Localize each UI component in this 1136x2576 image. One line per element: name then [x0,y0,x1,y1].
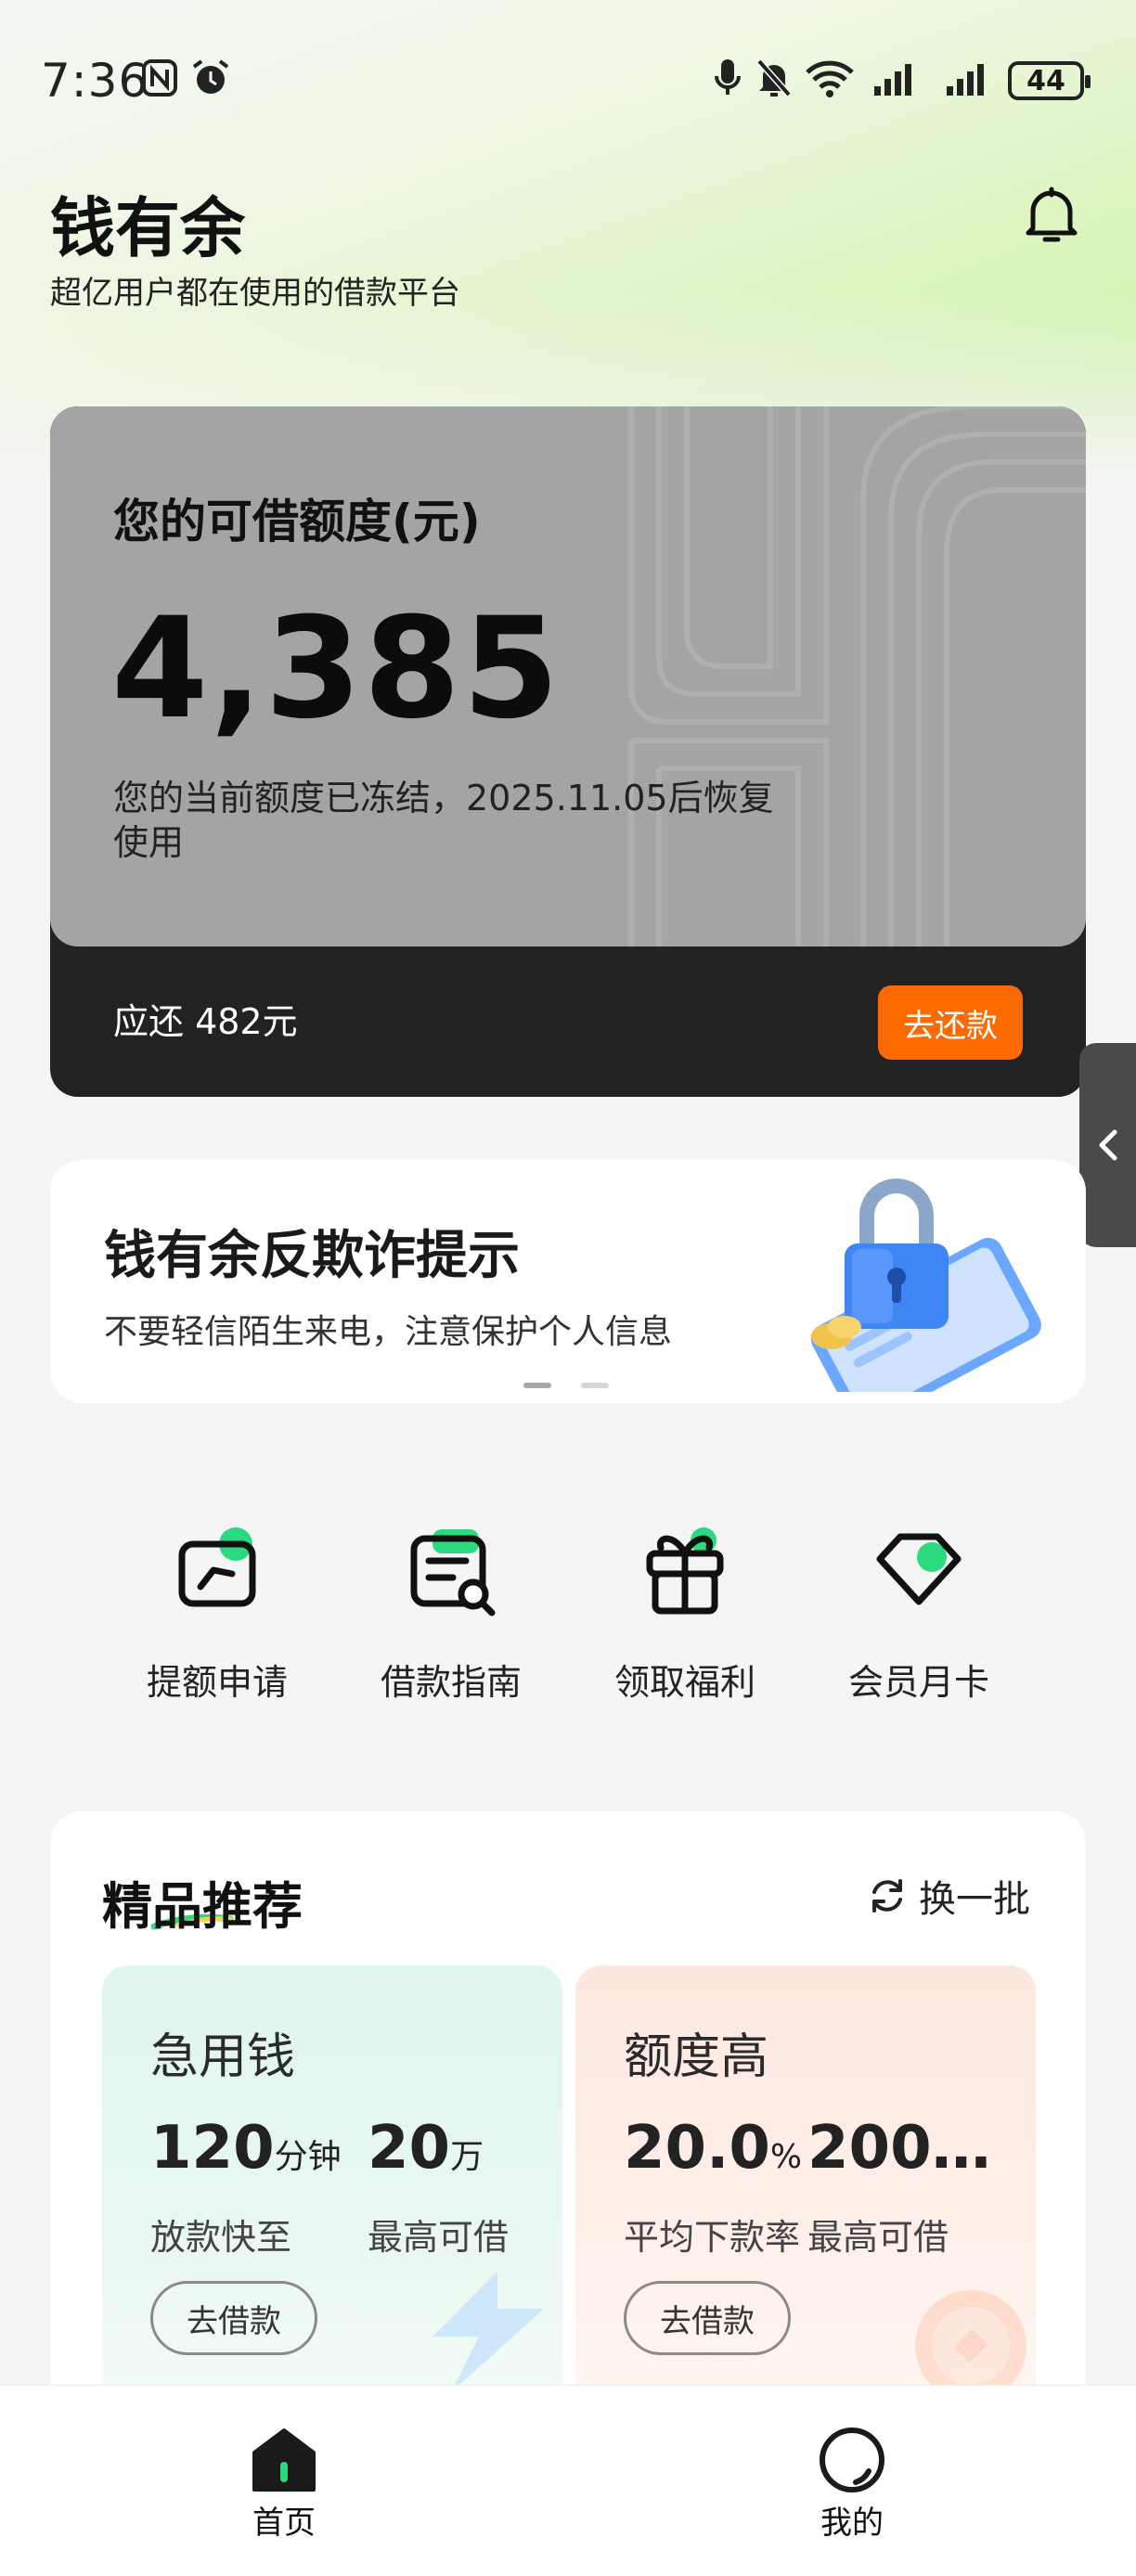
app-subtitle: 超亿用户都在使用的借款平台 [50,275,460,312]
status-time: 7:36 [41,54,149,108]
credit-card: 您的可借额度(元) 4,385 您的当前额度已冻结，2025.11.05后恢复使… [50,406,1086,1097]
wifi-icon [804,58,856,98]
gift-icon [646,1527,724,1615]
side-drawer-tab[interactable] [1079,1043,1136,1247]
refresh-icon [872,1879,902,1913]
lightning-icon [432,2272,544,2392]
nav-label: 我的 [820,2505,884,2542]
product-stat-value: 20.0% [624,2114,803,2183]
nav-item-home[interactable]: 首页 [219,2425,349,2543]
padlock-phone-icon [810,1179,1041,1392]
refresh-button[interactable]: 换一批 [867,1869,1030,1923]
vip-card-icon [876,1533,962,1605]
borrow-button[interactable]: 去借款 [624,2281,791,2355]
signal-icon [943,58,995,98]
product-stat-label: 放款快至 [150,2217,292,2258]
signal-icon [872,58,921,98]
quick-menu-label: 提额申请 [146,1662,288,1703]
refresh-label: 换一批 [919,1878,1030,1921]
nav-item-profile[interactable]: 我的 [787,2425,917,2543]
product-card[interactable]: 额度高 20.0% 200… 平均下款率 最高可借 去借款 [575,1965,1036,2448]
card-decoration [628,406,1086,947]
bell-icon[interactable] [1017,182,1086,251]
product-card[interactable]: 急用钱 120分钟 20万 放款快至 最高可借 去借款 [102,1965,562,2448]
quick-menu-benefits[interactable]: 领取福利 [568,1526,802,1711]
credit-frozen-note: 您的当前额度已冻结，2025.11.05后恢复使用 [113,778,774,863]
product-title: 急用钱 [150,2029,296,2085]
repay-due-text: 应还 482元 [113,1001,298,1042]
credit-limit-amount: 4,385 [111,588,562,750]
alarm-icon [189,58,232,98]
banner-pagination [523,1383,609,1388]
product-stat-label: 平均下款率 [624,2217,801,2258]
pagination-dot-active [523,1383,551,1388]
quick-menu-label: 领取福利 [613,1662,755,1703]
quick-menu-credit-increase[interactable]: 提额申请 [100,1526,334,1711]
bell-off-icon [754,58,794,98]
quick-menu-label: 会员月卡 [847,1662,989,1703]
quick-menu-loan-guide[interactable]: 借款指南 [334,1526,568,1711]
product-stat-value: 120分钟 [150,2114,342,2183]
product-stat-value: 20万 [368,2114,484,2183]
credit-card-top: 您的可借额度(元) 4,385 您的当前额度已冻结，2025.11.05后恢复使… [50,406,1086,947]
app-title: 钱有余 [50,190,245,266]
quick-menu-vip-card[interactable]: 会员月卡 [802,1526,1036,1711]
credit-increase-icon [178,1527,256,1607]
anti-fraud-banner[interactable]: 钱有余反欺诈提示 不要轻信陌生来电，注意保护个人信息 [50,1160,1086,1403]
repay-button[interactable]: 去还款 [878,985,1023,1060]
home-icon [252,2428,316,2492]
product-title: 额度高 [624,2029,769,2085]
nfc-icon [141,58,178,98]
bottom-nav: 首页 我的 [0,2385,1136,2576]
recommend-title: 精品推荐 [102,1877,303,1936]
credit-limit-label: 您的可借额度(元) [113,495,481,548]
product-stat-label: 最高可借 [368,2217,510,2258]
banner-subtitle: 不要轻信陌生来电，注意保护个人信息 [104,1313,673,1351]
battery-indicator: 44 [1008,61,1091,100]
borrow-button[interactable]: 去借款 [150,2281,317,2355]
chevron-left-icon [1099,1129,1117,1161]
quick-menu-label: 借款指南 [380,1662,522,1703]
nav-label: 首页 [252,2505,316,2542]
coin-icon [915,2290,1026,2392]
product-stat-label: 最高可借 [807,2217,949,2258]
pagination-dot [581,1383,609,1388]
product-stat-value: 200… [807,2114,991,2183]
guide-icon [410,1529,496,1616]
mic-icon [711,58,744,98]
profile-icon [820,2428,884,2492]
banner-title: 钱有余反欺诈提示 [104,1226,520,1286]
status-bar: 7:36 44 [0,0,1136,167]
